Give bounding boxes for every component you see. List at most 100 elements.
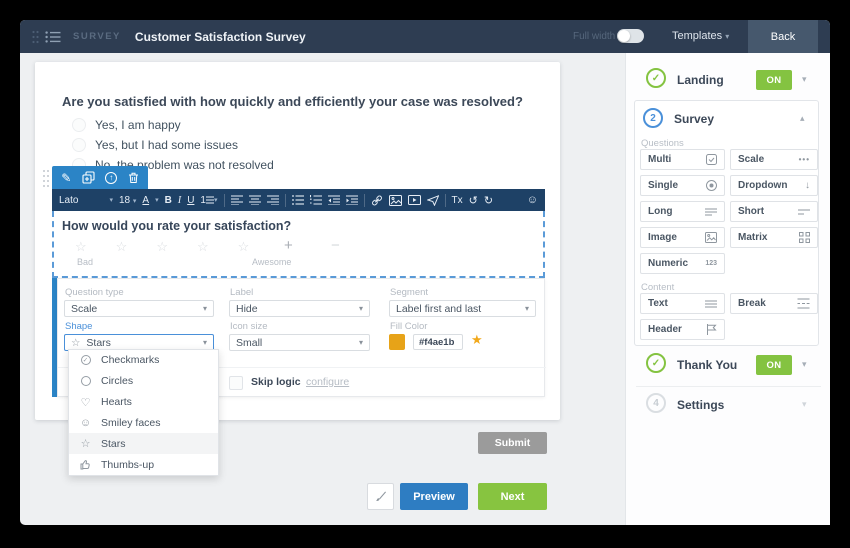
remove-step-button[interactable]: − — [331, 237, 340, 254]
add-question-multi[interactable]: Multi — [640, 149, 725, 170]
radio-icon[interactable] — [72, 138, 86, 152]
dropdown-option-smiley-faces[interactable]: ☺Smiley faces — [69, 413, 218, 434]
font-size-select[interactable]: 18 ▾ — [119, 195, 136, 206]
radio-icon — [706, 180, 717, 191]
sidebar-item-survey[interactable]: Survey — [674, 112, 714, 126]
theme-brush-button[interactable] — [367, 483, 394, 510]
smiley-icon: ☺ — [79, 417, 92, 429]
preview-question-title[interactable]: How would you rate your satisfaction? — [62, 219, 291, 233]
sidebar-item-thank-you[interactable]: Thank You — [677, 358, 737, 372]
insert-video-icon[interactable] — [408, 195, 421, 205]
radio-option[interactable]: Yes, but I had some issues — [72, 137, 238, 153]
send-icon[interactable] — [427, 195, 439, 206]
link-icon[interactable] — [371, 195, 383, 206]
skip-logic-checkbox[interactable] — [229, 376, 243, 390]
divider — [636, 386, 821, 387]
sidebar-item-settings[interactable]: Settings — [677, 398, 724, 412]
add-step-button[interactable]: + — [284, 237, 293, 254]
font-family-select[interactable]: Lato▾ — [59, 195, 113, 206]
dropdown-option-hearts[interactable]: ♡Hearts — [69, 392, 218, 413]
chevron-down-icon[interactable]: ▾ — [802, 399, 807, 410]
sidebar-item-landing[interactable]: Landing — [677, 73, 724, 87]
move-up-icon[interactable]: ↑ — [105, 172, 117, 184]
radio-icon[interactable] — [72, 118, 86, 132]
drag-handle-icon[interactable] — [32, 30, 39, 44]
next-button[interactable]: Next — [478, 483, 547, 510]
back-button[interactable]: Back — [748, 20, 818, 53]
app-label: SURVEY — [73, 31, 121, 42]
question-type-select[interactable]: Scale▾ — [64, 300, 214, 317]
add-question-short[interactable]: Short — [730, 201, 818, 222]
star-icon[interactable]: ☆ — [75, 239, 87, 255]
question-preview-area[interactable]: How would you rate your satisfaction? ☆ … — [52, 211, 545, 278]
menu-icon[interactable] — [45, 31, 61, 43]
dropdown-option-thumbs-up[interactable]: Thumbs-up — [69, 454, 218, 475]
divider — [285, 194, 286, 207]
preview-button[interactable]: Preview — [400, 483, 468, 510]
add-question-image[interactable]: Image — [640, 227, 725, 248]
font-family-value: Lato — [59, 195, 78, 206]
star-icon[interactable]: ☆ — [156, 239, 168, 255]
chevron-up-icon[interactable]: ▴ — [800, 113, 805, 124]
undo-icon[interactable]: ↺ — [469, 194, 478, 207]
italic-button[interactable]: I — [178, 195, 181, 206]
add-question-dropdown[interactable]: Dropdown↓ — [730, 175, 818, 196]
option-label: Yes, I am happy — [95, 118, 181, 132]
duplicate-icon[interactable] — [82, 171, 95, 184]
dropdown-option-stars[interactable]: ☆Stars — [69, 433, 218, 454]
dropdown-option-checkmarks[interactable]: ✓Checkmarks — [69, 350, 218, 371]
bold-button[interactable]: B — [165, 195, 172, 206]
question-drag-handle-icon[interactable] — [42, 169, 50, 193]
add-question-numeric[interactable]: Numeric123 — [640, 253, 725, 274]
scale-low-label: Bad — [77, 257, 93, 267]
toggle-knob — [618, 30, 630, 42]
landing-on-toggle[interactable]: ON — [756, 70, 792, 90]
bullet-list-icon[interactable] — [292, 195, 304, 205]
circle-icon — [79, 376, 92, 386]
skip-logic-configure-link[interactable]: configure — [306, 376, 349, 388]
add-question-scale[interactable]: Scale••• — [730, 149, 818, 170]
emoji-icon[interactable]: ☺ — [527, 194, 538, 206]
shape-dropdown-list: ✓Checkmarks Circles ♡Hearts ☺Smiley face… — [68, 349, 219, 476]
thank-you-on-toggle[interactable]: ON — [756, 355, 792, 375]
chevron-down-icon[interactable]: ▾ — [802, 359, 807, 370]
full-width-toggle[interactable] — [617, 29, 644, 43]
clear-format-button[interactable]: Tx — [452, 195, 463, 206]
add-content-text[interactable]: Text — [640, 293, 725, 314]
star-icon[interactable]: ☆ — [116, 239, 128, 255]
ordered-list-icon[interactable] — [310, 195, 322, 205]
align-right-icon[interactable] — [267, 195, 279, 205]
underline-button[interactable]: U — [187, 195, 194, 206]
chevron-down-icon[interactable]: ▾ — [802, 74, 807, 85]
icon-size-select[interactable]: Small▾ — [229, 334, 370, 351]
submit-button[interactable]: Submit — [478, 432, 547, 454]
add-question-single[interactable]: Single — [640, 175, 725, 196]
add-content-header[interactable]: Header — [640, 319, 725, 340]
fill-color-input[interactable]: #f4ae1b — [413, 334, 463, 350]
dropdown-option-circles[interactable]: Circles — [69, 371, 218, 392]
add-content-break[interactable]: Break — [730, 293, 818, 314]
align-center-icon[interactable] — [249, 195, 261, 205]
outdent-icon[interactable] — [328, 195, 340, 205]
radio-option[interactable]: Yes, I am happy — [72, 117, 181, 133]
line-height-button[interactable]: 1▾ — [200, 195, 217, 206]
add-question-long[interactable]: Long — [640, 201, 725, 222]
templates-menu[interactable]: Templates ▾ — [672, 30, 729, 42]
add-question-matrix[interactable]: Matrix — [730, 227, 818, 248]
fill-color-swatch[interactable] — [389, 334, 405, 350]
star-icon[interactable]: ☆ — [197, 239, 209, 255]
topbar: SURVEY Customer Satisfaction Survey Full… — [20, 20, 830, 53]
trash-icon[interactable] — [128, 172, 139, 184]
chevron-down-icon: ▾ — [725, 32, 729, 41]
star-icon[interactable]: ☆ — [238, 239, 250, 255]
font-color-button[interactable]: A — [142, 195, 149, 206]
edit-pencil-icon[interactable]: ✎ — [61, 171, 71, 185]
label-select[interactable]: Hide▾ — [229, 300, 370, 317]
redo-icon[interactable]: ↻ — [484, 194, 493, 207]
grid-icon — [799, 232, 810, 243]
insert-image-icon[interactable] — [389, 195, 402, 206]
align-left-icon[interactable] — [231, 195, 243, 205]
indent-icon[interactable] — [346, 195, 358, 205]
segment-select[interactable]: Label first and last▾ — [389, 300, 536, 317]
chevron-down-icon: ▾ — [359, 338, 363, 347]
